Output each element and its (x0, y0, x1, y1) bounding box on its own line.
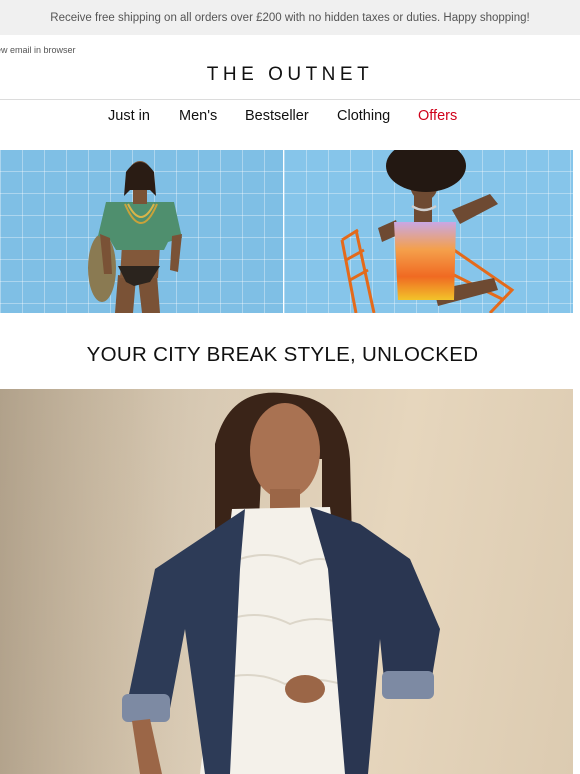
swimwear-chair-illustration (340, 150, 515, 313)
nav-item-offers[interactable]: Offers (418, 108, 457, 124)
hero-image-right[interactable] (284, 150, 573, 313)
denim-jacket-model-illustration (0, 389, 440, 774)
campaign-headline: YOUR CITY BREAK STYLE, UNLOCKED (86, 343, 479, 366)
nav-item-mens[interactable]: Men's (179, 108, 217, 124)
promo-text: Receive free shipping on all orders over… (50, 11, 530, 24)
nav-item-clothing[interactable]: Clothing (337, 108, 390, 124)
hero-image-left[interactable] (0, 150, 283, 313)
header-divider (0, 99, 580, 100)
main-nav: Just in Men's Bestseller Clothing Offers (0, 108, 580, 132)
promo-banner: Receive free shipping on all orders over… (0, 0, 580, 35)
swimwear-model-illustration (88, 161, 182, 313)
nav-item-just-in[interactable]: Just in (108, 108, 150, 124)
nav-item-bestseller[interactable]: Bestseller (245, 108, 309, 124)
main-campaign-image[interactable] (0, 389, 573, 774)
view-in-browser-link[interactable]: ew email in browser (0, 45, 76, 55)
brand-logo[interactable]: THE OUTNET (0, 64, 580, 86)
